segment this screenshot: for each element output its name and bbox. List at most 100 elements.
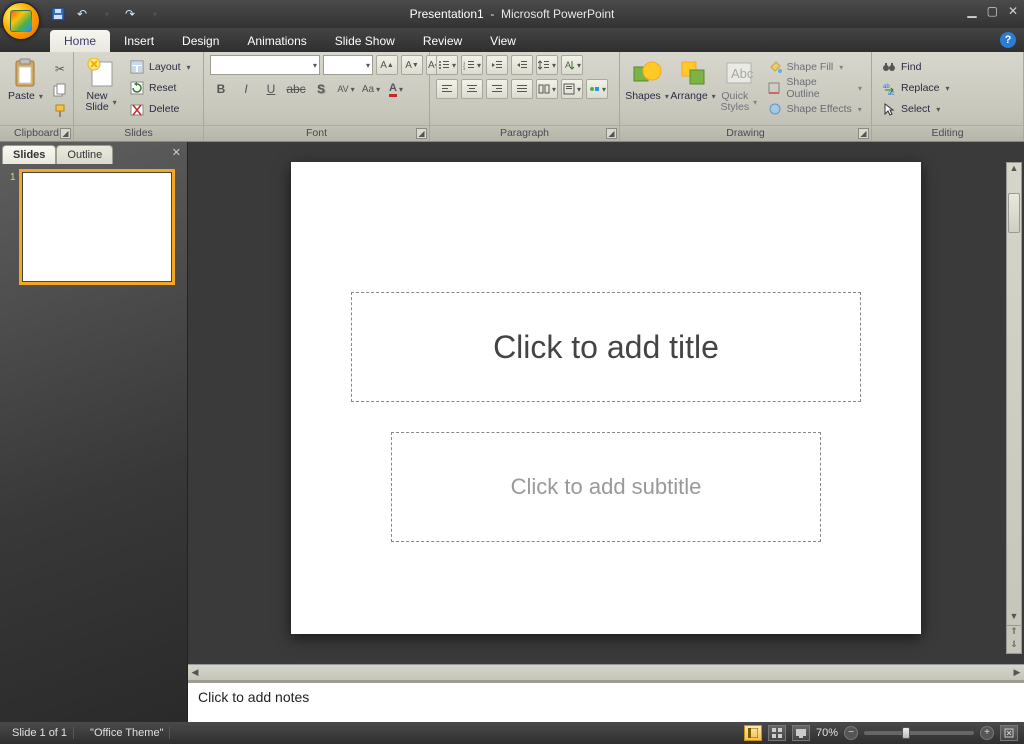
bold-button[interactable]: B xyxy=(210,79,232,99)
sorter-view-button[interactable] xyxy=(768,725,786,741)
layout-button[interactable]: Layout xyxy=(126,57,194,77)
char-spacing-button[interactable]: AV xyxy=(335,79,357,99)
replace-button[interactable]: abacReplace xyxy=(878,78,953,98)
quick-styles-icon: Abc xyxy=(723,57,755,89)
align-text-button[interactable] xyxy=(561,79,583,99)
pane-close-button[interactable]: ✕ xyxy=(172,146,181,159)
close-button[interactable]: ✕ xyxy=(1008,4,1018,18)
bucket-icon xyxy=(767,59,783,75)
redo-icon[interactable]: ↷ xyxy=(122,6,138,22)
select-button[interactable]: Select xyxy=(878,99,953,119)
new-slide-button[interactable]: New Slide xyxy=(80,55,122,115)
arrange-button[interactable]: Arrange xyxy=(672,55,714,104)
tab-view[interactable]: View xyxy=(476,30,530,52)
paste-button[interactable]: Paste xyxy=(6,55,45,104)
copy-button[interactable] xyxy=(49,80,71,100)
horizontal-scrollbar[interactable]: ◀▶ xyxy=(188,664,1024,680)
pane-tab-slides[interactable]: Slides xyxy=(2,145,56,164)
font-color-button[interactable]: A xyxy=(385,79,407,99)
svg-text:ab: ab xyxy=(883,84,890,90)
reset-button[interactable]: Reset xyxy=(126,78,194,98)
find-button[interactable]: Find xyxy=(878,57,953,77)
font-size-combo[interactable] xyxy=(323,55,373,75)
font-family-combo[interactable] xyxy=(210,55,320,75)
zoom-level[interactable]: 70% xyxy=(816,727,838,739)
tab-animations[interactable]: Animations xyxy=(233,30,320,52)
shapes-button[interactable]: Shapes xyxy=(626,55,668,104)
office-button[interactable] xyxy=(2,2,40,40)
undo-icon[interactable]: ↶ xyxy=(74,6,90,22)
format-painter-button[interactable] xyxy=(49,101,71,121)
slide-canvas[interactable]: Click to add title Click to add subtitle xyxy=(291,162,921,634)
quick-access-toolbar: ↶ ↷ xyxy=(50,6,162,22)
tab-review[interactable]: Review xyxy=(409,30,476,52)
increase-indent-button[interactable] xyxy=(511,55,533,75)
cut-button[interactable]: ✂ xyxy=(49,59,71,79)
text-direction-button[interactable]: A xyxy=(561,55,583,75)
drawing-dialog-launcher[interactable]: ◢ xyxy=(858,128,869,139)
shape-outline-button[interactable]: Shape Outline xyxy=(764,78,865,98)
effects-icon xyxy=(767,101,783,117)
bullets-button[interactable] xyxy=(436,55,458,75)
underline-button[interactable]: U xyxy=(260,79,282,99)
layout-icon xyxy=(129,59,145,75)
shape-fill-button[interactable]: Shape Fill xyxy=(764,57,865,77)
zoom-out-button[interactable]: − xyxy=(844,726,858,740)
grow-font-button[interactable]: A▲ xyxy=(376,55,398,75)
decrease-indent-button[interactable] xyxy=(486,55,508,75)
slide-thumbnail-1[interactable] xyxy=(22,172,172,282)
vertical-scrollbar[interactable]: ▲ ▼ ⇑ ⇓ xyxy=(1006,162,1022,654)
align-center-button[interactable] xyxy=(461,79,483,99)
quick-styles-button[interactable]: Abc Quick Styles xyxy=(718,55,760,115)
change-case-button[interactable]: Aa xyxy=(360,79,382,99)
font-dialog-launcher[interactable]: ◢ xyxy=(416,128,427,139)
help-icon[interactable]: ? xyxy=(1000,32,1016,48)
group-label-paragraph: Paragraph◢ xyxy=(430,125,619,141)
pen-icon xyxy=(767,80,783,96)
thumb-number: 1 xyxy=(10,172,18,282)
normal-view-button[interactable] xyxy=(744,725,762,741)
tab-insert[interactable]: Insert xyxy=(110,30,168,52)
cursor-icon xyxy=(881,101,897,117)
tab-design[interactable]: Design xyxy=(168,30,233,52)
zoom-slider[interactable] xyxy=(864,731,974,735)
notes-pane[interactable]: Click to add notes xyxy=(188,680,1024,722)
group-label-slides: Slides xyxy=(74,125,203,141)
slide-area: Click to add title Click to add subtitle… xyxy=(188,142,1024,722)
minimize-button[interactable]: ▁ xyxy=(967,4,976,18)
subtitle-placeholder[interactable]: Click to add subtitle xyxy=(391,432,821,542)
group-label-editing: Editing xyxy=(872,125,1023,141)
maximize-button[interactable]: ▢ xyxy=(987,4,998,18)
shadow-button[interactable]: S xyxy=(310,79,332,99)
undo-dropdown[interactable] xyxy=(98,6,114,22)
tab-slide-show[interactable]: Slide Show xyxy=(321,30,409,52)
columns-button[interactable] xyxy=(536,79,558,99)
delete-button[interactable]: Delete xyxy=(126,99,194,119)
strikethrough-button[interactable]: abc xyxy=(285,79,307,99)
qat-customize-dropdown[interactable] xyxy=(146,6,162,22)
shapes-icon xyxy=(631,57,663,89)
shrink-font-button[interactable]: A▼ xyxy=(401,55,423,75)
svg-text:A: A xyxy=(565,60,571,70)
fit-to-window-button[interactable] xyxy=(1000,725,1018,741)
smartart-button[interactable] xyxy=(586,79,608,99)
numbering-button[interactable]: 123 xyxy=(461,55,483,75)
title-placeholder[interactable]: Click to add title xyxy=(351,292,861,402)
save-icon[interactable] xyxy=(50,6,66,22)
italic-button[interactable]: I xyxy=(235,79,257,99)
zoom-in-button[interactable]: + xyxy=(980,726,994,740)
status-slide-number: Slide 1 of 1 xyxy=(6,727,74,739)
line-spacing-button[interactable] xyxy=(536,55,558,75)
tab-home[interactable]: Home xyxy=(50,30,110,52)
slideshow-view-button[interactable] xyxy=(792,725,810,741)
justify-button[interactable] xyxy=(511,79,533,99)
delete-icon xyxy=(129,101,145,117)
align-right-button[interactable] xyxy=(486,79,508,99)
clipboard-dialog-launcher[interactable]: ◢ xyxy=(60,128,71,139)
paragraph-dialog-launcher[interactable]: ◢ xyxy=(606,128,617,139)
pane-tab-outline[interactable]: Outline xyxy=(56,145,113,164)
shape-effects-button[interactable]: Shape Effects xyxy=(764,99,865,119)
reset-icon xyxy=(129,80,145,96)
slides-outline-pane: Slides Outline ✕ 1 xyxy=(0,142,188,722)
align-left-button[interactable] xyxy=(436,79,458,99)
